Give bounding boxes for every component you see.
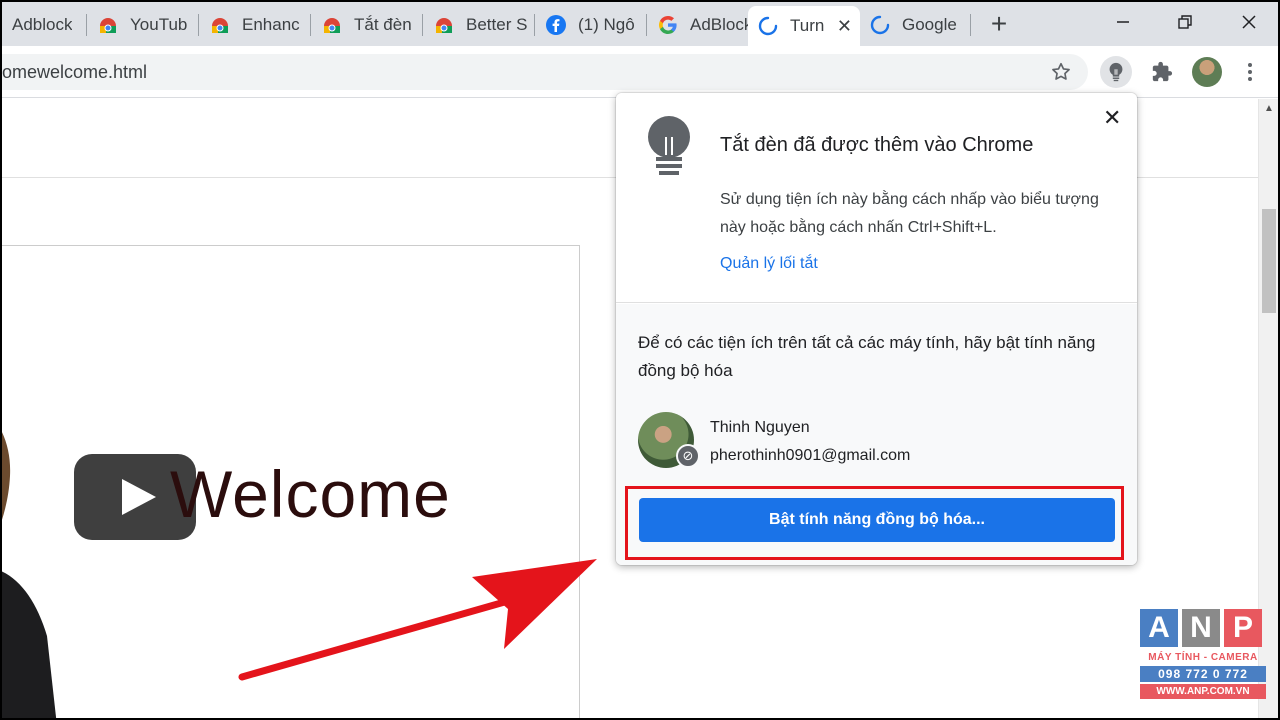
scroll-up-arrow-icon[interactable]: ▲ — [1264, 103, 1274, 114]
new-tab-button[interactable]: + — [984, 10, 1014, 40]
lightbulb-icon — [1109, 62, 1123, 82]
tab-title: Enhanc — [242, 15, 300, 34]
profile-button[interactable] — [1191, 56, 1223, 88]
loading-spinner-icon — [758, 16, 778, 36]
tab-title: Tắt đèn — [354, 15, 412, 34]
browser-window: Adblock YouTub Enhanc Tắt đèn Better S (… — [2, 2, 1278, 718]
tab-title: YouTub — [130, 15, 188, 34]
tab-adblock[interactable]: Adblock — [2, 8, 84, 42]
puzzle-icon — [1152, 61, 1173, 82]
chrome-web-store-icon — [212, 18, 228, 33]
tab-tat-den[interactable]: Tắt đèn — [312, 8, 420, 42]
facebook-icon — [546, 15, 566, 35]
star-icon — [1052, 62, 1070, 80]
tab-separator — [646, 14, 647, 36]
tab-adblock-google[interactable]: AdBlock — [648, 8, 748, 42]
anp-tagline: MÁY TÍNH - CAMERA — [1148, 652, 1258, 663]
lightbulb-icon — [648, 116, 690, 175]
chrome-web-store-icon — [436, 18, 452, 33]
turn-off-lights-extension-button[interactable] — [1100, 56, 1132, 88]
red-annotation-arrow — [238, 559, 597, 681]
tab-title: AdBlock — [690, 15, 748, 34]
extensions-button[interactable] — [1146, 56, 1178, 88]
scroll-thumb[interactable] — [1262, 209, 1276, 313]
tab-title: Better S — [466, 15, 528, 34]
anp-letter: N — [1182, 609, 1220, 647]
red-highlight-box — [625, 486, 1124, 560]
chrome-web-store-icon — [324, 18, 340, 33]
close-popup-button[interactable]: ✕ — [1103, 105, 1121, 131]
close-icon — [1242, 15, 1256, 29]
tab-separator — [534, 14, 535, 36]
anp-letter: P — [1224, 609, 1262, 647]
person-image — [2, 432, 57, 718]
restore-button[interactable] — [1170, 10, 1200, 38]
restore-icon — [1178, 15, 1192, 29]
plus-icon: + — [990, 8, 1008, 39]
minimize-button[interactable] — [1108, 10, 1138, 38]
chrome-menu-button[interactable] — [1234, 56, 1266, 88]
address-bar[interactable]: omewelcome.html — [2, 54, 1088, 90]
tab-enhancer[interactable]: Enhanc — [200, 8, 308, 42]
popup-title: Tắt đèn đã được thêm vào Chrome — [720, 134, 1034, 156]
anp-watermark-logo: A N P MÁY TÍNH - CAMERA 098 772 0 772 WW… — [1140, 609, 1266, 709]
chrome-web-store-icon — [100, 18, 116, 33]
manage-shortcuts-link[interactable]: Quản lý lối tắt — [720, 255, 818, 273]
account-name: Thinh Nguyen — [710, 419, 810, 436]
anp-website: WWW.ANP.COM.VN — [1140, 684, 1266, 699]
avatar — [1192, 57, 1222, 87]
loading-spinner-icon — [870, 15, 890, 35]
tab-title: (1) Ngô — [578, 15, 635, 34]
tab-separator — [970, 14, 971, 36]
minimize-icon — [1117, 21, 1129, 23]
tab-separator — [198, 14, 199, 36]
tab-better[interactable]: Better S — [424, 8, 532, 42]
browser-toolbar: omewelcome.html — [2, 46, 1278, 98]
url-text: omewelcome.html — [2, 62, 148, 82]
anp-phone: 098 772 0 772 — [1140, 666, 1266, 682]
tab-separator — [310, 14, 311, 36]
sync-paused-icon: ⊘ — [676, 444, 700, 468]
anp-letters: A N P — [1140, 609, 1266, 647]
tab-title: Google — [902, 15, 957, 34]
close-tab-icon[interactable]: ✕ — [837, 16, 852, 37]
sync-prompt: Để có các tiện ích trên tất cả các máy t… — [638, 333, 1096, 380]
popup-description: Sử dụng tiện ích này bằng cách nhấp vào … — [720, 191, 1099, 236]
anp-letter: A — [1140, 609, 1178, 647]
welcome-heading: Welcome — [170, 457, 451, 531]
google-icon — [659, 16, 677, 34]
tab-title: Turn — [790, 16, 825, 35]
tab-strip: Adblock YouTub Enhanc Tắt đèn Better S (… — [2, 2, 1278, 46]
tab-separator — [86, 14, 87, 36]
bookmark-star-button[interactable] — [1045, 56, 1077, 88]
tab-turn-off-lights-active[interactable]: Turn ✕ — [748, 6, 860, 46]
tab-google[interactable]: Google — [860, 8, 970, 42]
tab-facebook[interactable]: (1) Ngô — [536, 8, 644, 42]
tab-separator — [422, 14, 423, 36]
tab-youtube-ext[interactable]: YouTub — [88, 8, 196, 42]
tab-title: Adblock — [12, 15, 73, 34]
close-icon: ✕ — [1103, 105, 1122, 130]
popup-info-section: Tắt đèn đã được thêm vào Chrome Sử dụng … — [616, 93, 1137, 303]
kebab-menu-icon — [1248, 63, 1252, 81]
account-email: pherothinh0901@gmail.com — [710, 447, 911, 464]
close-window-button[interactable] — [1234, 10, 1264, 38]
